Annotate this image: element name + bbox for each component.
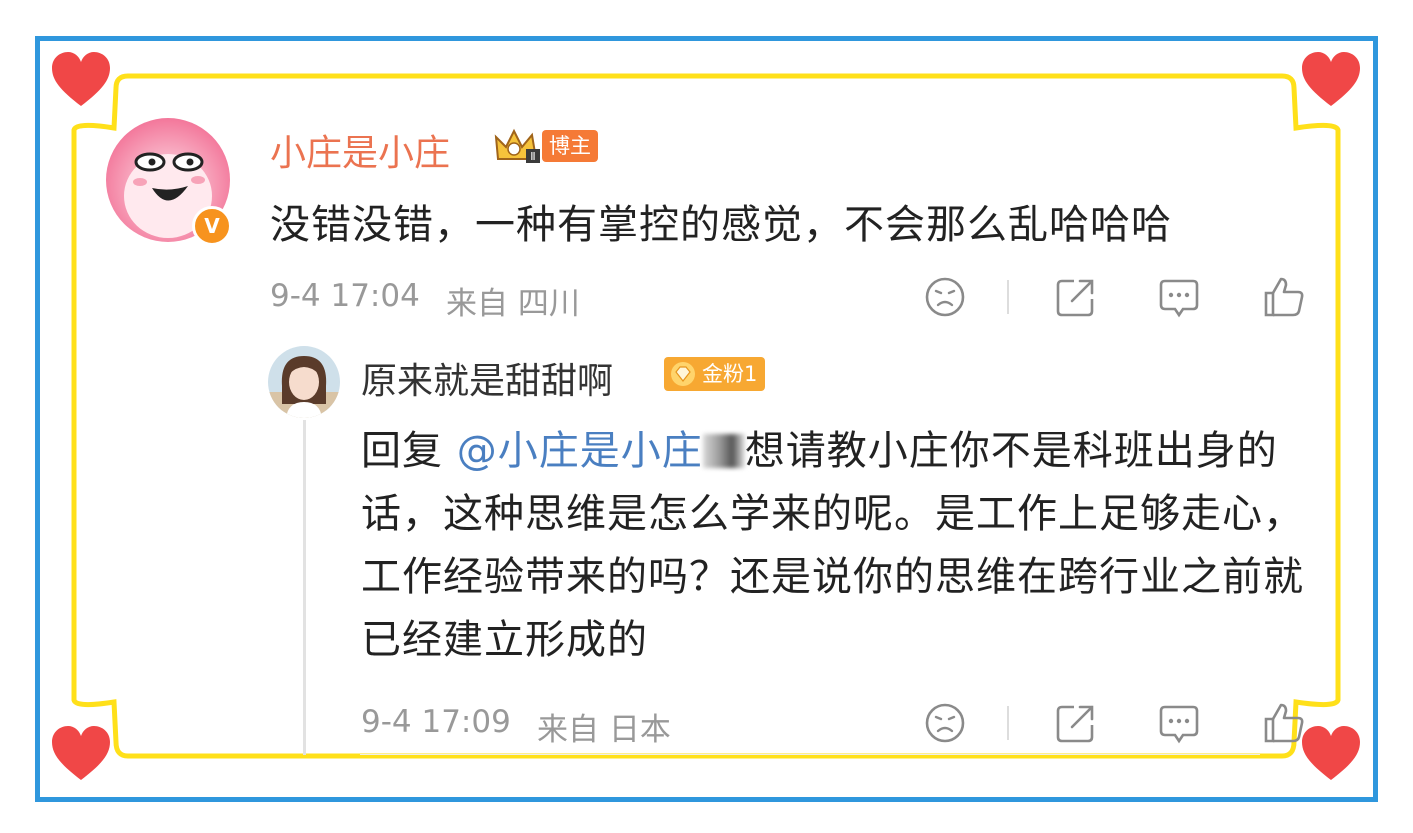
fan-level-badge: 金粉1 — [664, 357, 766, 391]
action-divider — [1007, 280, 1009, 314]
comment-timestamp: 9-4 17:04 — [270, 278, 420, 314]
crown-level-ii-icon: Ⅱ — [494, 128, 540, 163]
girl-photo-avatar-icon — [268, 346, 340, 418]
reply-text: 回复 @小庄是小庄 想请教小庄你不是科班出身的话，这种思维是怎么学来的呢。是工作上… — [361, 420, 1321, 672]
action-divider — [1007, 706, 1009, 740]
reply-timestamp: 9-4 17:09 — [361, 704, 511, 740]
like-thumb-icon[interactable] — [1262, 275, 1306, 319]
comment-icon[interactable] — [1157, 701, 1201, 745]
heart-decoration-bottom-left-icon — [50, 724, 112, 782]
blurred-text-redaction — [702, 434, 745, 468]
reply-location: 来自 日本 — [537, 712, 671, 748]
reply-thread-line — [303, 420, 306, 755]
dislike-face-icon[interactable] — [923, 701, 967, 745]
bottom-divider — [360, 754, 1260, 755]
heart-decoration-top-left-icon — [50, 50, 112, 108]
dislike-face-icon[interactable] — [923, 275, 967, 319]
fan-diamond-icon — [671, 362, 695, 386]
reply-prefix: 回复 — [361, 428, 443, 474]
heart-decoration-top-right-icon — [1300, 50, 1362, 108]
outer-blue-frame — [35, 36, 1378, 802]
comment-location: 来自 四川 — [446, 286, 580, 322]
mention-link[interactable]: @小庄是小庄 — [457, 428, 703, 474]
verified-v-icon: V — [192, 206, 232, 246]
svg-text:Ⅱ: Ⅱ — [530, 150, 535, 163]
fan-level-label: 金粉1 — [702, 362, 758, 386]
heart-decoration-bottom-right-icon — [1300, 724, 1362, 782]
like-thumb-icon[interactable] — [1262, 701, 1306, 745]
reply-username[interactable]: 原来就是甜甜啊 — [361, 352, 613, 404]
share-icon[interactable] — [1054, 275, 1098, 319]
blogger-role-tag: 博主 — [542, 130, 598, 162]
comment-icon[interactable] — [1157, 275, 1201, 319]
share-icon[interactable] — [1054, 701, 1098, 745]
comment-text: 没错没错，一种有掌控的感觉，不会那么乱哈哈哈 — [270, 202, 1172, 248]
commenter-username[interactable]: 小庄是小庄 — [270, 124, 450, 176]
reply-avatar[interactable] — [268, 346, 340, 418]
